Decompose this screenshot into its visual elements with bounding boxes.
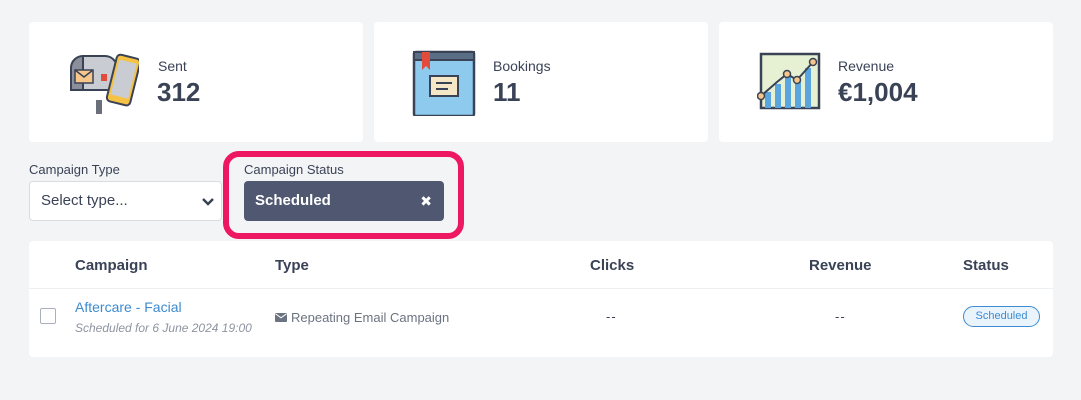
column-header-clicks[interactable]: Clicks	[590, 257, 634, 274]
column-header-type[interactable]: Type	[275, 257, 309, 274]
stat-card-revenue: Revenue €1,004	[719, 22, 1053, 142]
mailbox-phone-icon	[70, 53, 139, 114]
stat-label-bookings: Bookings	[493, 58, 551, 74]
campaign-type-cell: Repeating Email Campaign	[275, 310, 449, 325]
status-badge: Scheduled	[963, 306, 1040, 327]
stat-card-bookings: Bookings 11	[374, 22, 708, 142]
stat-value-sent: 312	[157, 77, 201, 107]
chevron-down-icon	[202, 198, 214, 206]
campaign-type-text: Repeating Email Campaign	[291, 310, 450, 325]
column-header-status[interactable]: Status	[963, 257, 1009, 274]
stat-card-sent: Sent 312	[29, 22, 363, 142]
campaign-table: Campaign Type Clicks Revenue Status Afte…	[29, 241, 1053, 357]
revenue-value: --	[835, 309, 846, 324]
revenue-chart-icon	[757, 52, 821, 110]
campaign-type-placeholder: Select type...	[41, 192, 128, 209]
campaign-name-link[interactable]: Aftercare - Facial	[75, 299, 182, 315]
stat-label-sent: Sent	[158, 58, 187, 74]
stat-label-revenue: Revenue	[838, 58, 895, 74]
clicks-value: --	[606, 309, 617, 324]
column-header-campaign[interactable]: Campaign	[75, 257, 148, 274]
row-checkbox[interactable]	[40, 308, 56, 324]
envelope-icon	[275, 313, 287, 322]
campaign-type-select[interactable]: Select type...	[29, 181, 222, 221]
highlight-outline	[223, 151, 464, 239]
stat-value-bookings: 11	[493, 77, 521, 107]
campaign-schedule-text: Scheduled for 6 June 2024 19:00	[75, 321, 252, 335]
campaign-type-label: Campaign Type	[29, 162, 120, 177]
header-divider	[29, 288, 1053, 289]
booking-book-icon	[412, 50, 476, 116]
stat-value-revenue: €1,004	[838, 77, 918, 107]
column-header-revenue[interactable]: Revenue	[809, 257, 872, 274]
